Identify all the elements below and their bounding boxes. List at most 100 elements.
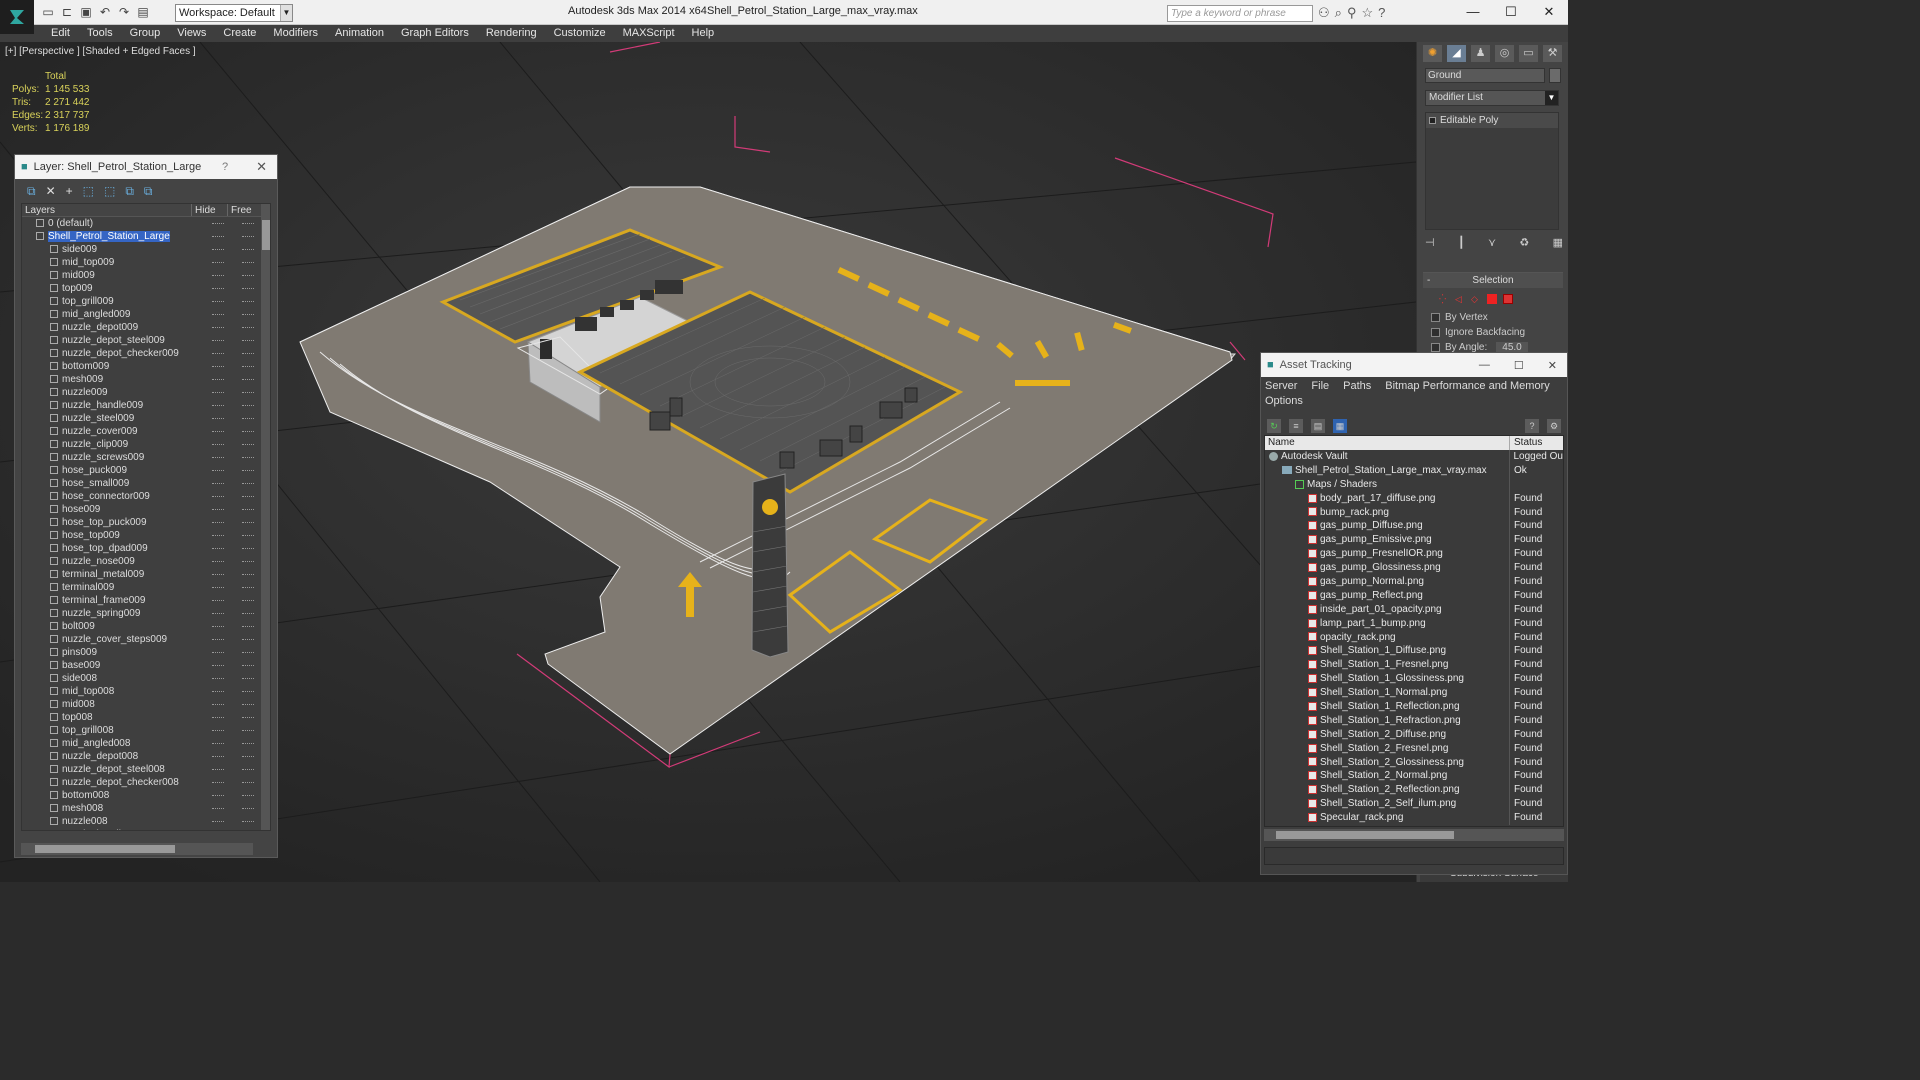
asset-row[interactable]: Shell_Station_2_Normal.png Found [1265, 769, 1563, 784]
hide-toggle[interactable] [212, 340, 224, 341]
freeze-toggle[interactable] [242, 743, 254, 744]
maximize-button[interactable]: ☐ [1514, 359, 1524, 372]
asset-row[interactable]: Shell_Station_2_Fresnel.png Found [1265, 741, 1563, 756]
search-input[interactable]: Type a keyword or phrase [1167, 5, 1313, 22]
refresh-icon[interactable]: ↻ [1267, 419, 1281, 433]
layer-row[interactable]: bottom008 [22, 789, 270, 802]
object-name-field[interactable]: Ground [1425, 68, 1545, 83]
ignore-backfacing-checkbox[interactable]: Ignore Backfacing [1423, 325, 1563, 340]
freeze-toggle[interactable] [242, 769, 254, 770]
freeze-toggle[interactable] [242, 795, 254, 796]
scroll-thumb[interactable] [262, 220, 270, 250]
layer-row[interactable]: bolt009 [22, 620, 270, 633]
hide-toggle[interactable] [212, 665, 224, 666]
asset-path-field[interactable] [1264, 847, 1564, 865]
layer-row[interactable]: top009 [22, 282, 270, 295]
hide-toggle[interactable] [212, 600, 224, 601]
asset-row[interactable]: inside_part_01_opacity.png Found [1265, 602, 1563, 617]
freeze-all-icon[interactable]: ⧉ [144, 184, 153, 199]
hide-toggle[interactable] [212, 717, 224, 718]
asset-row[interactable]: opacity_rack.png Found [1265, 630, 1563, 645]
maximize-button[interactable]: ☐ [1492, 0, 1530, 24]
close-button[interactable]: ✕ [1530, 0, 1568, 24]
layer-row[interactable]: nuzzle_depot_checker009 [22, 347, 270, 360]
binoculars-icon[interactable]: ⚇ [1318, 5, 1330, 21]
asset-row[interactable]: gas_pump_Normal.png Found [1265, 575, 1563, 589]
scroll-thumb[interactable] [1276, 831, 1454, 839]
horizontal-scrollbar[interactable] [1264, 829, 1564, 841]
layer-row[interactable]: nuzzle_depot008 [22, 750, 270, 763]
asset-row[interactable]: Maps / Shaders [1265, 477, 1563, 492]
freeze-toggle[interactable] [242, 236, 254, 237]
freeze-toggle[interactable] [242, 652, 254, 653]
layer-row[interactable]: mid_top009 [22, 256, 270, 269]
pin-stack-icon[interactable]: ⊣ [1425, 236, 1435, 249]
hide-toggle[interactable] [212, 509, 224, 510]
layer-row[interactable]: hose_top009 [22, 529, 270, 542]
layer-row[interactable]: 0 (default) [22, 217, 270, 230]
asset-table[interactable]: Name Status Autodesk Vault Logged Ou Shell… [1264, 435, 1564, 827]
asset-row[interactable]: lamp_part_1_bump.png Found [1265, 616, 1563, 631]
menu-server[interactable]: Server [1265, 379, 1297, 394]
layer-row[interactable]: nuzzle_clip009 [22, 438, 270, 451]
asset-row[interactable]: gas_pump_Diffuse.png Found [1265, 519, 1563, 534]
checkbox-box[interactable] [1431, 328, 1440, 337]
freeze-toggle[interactable] [242, 678, 254, 679]
asset-row[interactable]: Shell_Station_1_Fresnel.png Found [1265, 658, 1563, 673]
hide-toggle[interactable] [212, 483, 224, 484]
freeze-toggle[interactable] [242, 691, 254, 692]
undo-icon[interactable]: ↶ [97, 4, 113, 20]
hide-toggle[interactable] [212, 743, 224, 744]
menu-animation[interactable]: Animation [328, 25, 394, 42]
hide-toggle[interactable] [212, 821, 224, 822]
layer-row[interactable]: top008 [22, 711, 270, 724]
help-icon[interactable]: ? [222, 161, 228, 173]
freeze-toggle[interactable] [242, 626, 254, 627]
menu-paths[interactable]: Paths [1343, 379, 1371, 394]
hide-toggle[interactable] [212, 314, 224, 315]
freeze-toggle[interactable] [242, 496, 254, 497]
delete-layer-icon[interactable]: ✕ [46, 184, 56, 198]
asset-row[interactable]: Autodesk Vault Logged Ou [1265, 450, 1563, 464]
layer-row[interactable]: nuzzle_depot009 [22, 321, 270, 334]
menu-group[interactable]: Group [123, 25, 171, 42]
asset-row[interactable]: bump_rack.png Found [1265, 505, 1563, 520]
freeze-toggle[interactable] [242, 522, 254, 523]
expand-icon[interactable] [1429, 117, 1436, 124]
layer-row[interactable]: terminal009 [22, 581, 270, 594]
layer-row[interactable]: nuzzle009 [22, 386, 270, 399]
freeze-toggle[interactable] [242, 262, 254, 263]
hide-toggle[interactable] [212, 691, 224, 692]
help-icon[interactable]: ? [1378, 5, 1385, 21]
menu-create[interactable]: Create [216, 25, 266, 42]
stack-item-editable-poly[interactable]: Editable Poly [1426, 113, 1558, 128]
element-icon[interactable] [1503, 294, 1513, 304]
make-unique-icon[interactable]: ⋎ [1488, 236, 1496, 249]
freeze-toggle[interactable] [242, 275, 254, 276]
hide-toggle[interactable] [212, 288, 224, 289]
display-tab-icon[interactable]: ▭ [1519, 45, 1538, 62]
hide-toggle[interactable] [212, 574, 224, 575]
show-end-result-icon[interactable]: ┃ [1458, 236, 1465, 249]
freeze-toggle[interactable] [242, 379, 254, 380]
hide-toggle[interactable] [212, 392, 224, 393]
horizontal-scrollbar[interactable] [21, 843, 253, 855]
create-layer-icon[interactable]: ⧉ [27, 184, 36, 199]
by-vertex-checkbox[interactable]: By Vertex [1423, 310, 1563, 325]
layer-row[interactable]: hose009 [22, 503, 270, 516]
checkbox-box[interactable] [1431, 343, 1440, 352]
hide-toggle[interactable] [212, 704, 224, 705]
hide-toggle[interactable] [212, 457, 224, 458]
asset-row[interactable]: Shell_Station_2_Reflection.png Found [1265, 783, 1563, 798]
border-icon[interactable]: ◇ [1471, 294, 1481, 304]
freeze-toggle[interactable] [242, 431, 254, 432]
freeze-toggle[interactable] [242, 327, 254, 328]
hide-toggle[interactable] [212, 535, 224, 536]
freeze-toggle[interactable] [242, 587, 254, 588]
new-file-icon[interactable]: ▭ [40, 4, 56, 20]
hide-toggle[interactable] [212, 548, 224, 549]
hide-all-icon[interactable]: ⧉ [125, 184, 134, 199]
freeze-toggle[interactable] [242, 639, 254, 640]
menu-tools[interactable]: Tools [80, 25, 123, 42]
layer-row[interactable]: nuzzle_nose009 [22, 555, 270, 568]
